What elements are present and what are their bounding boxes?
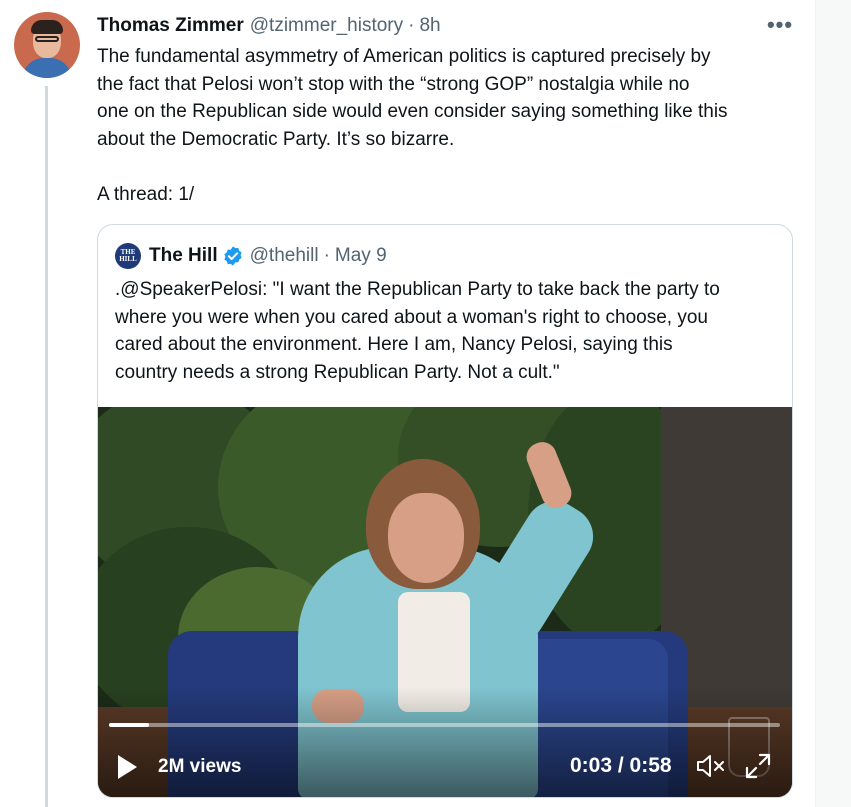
tweet-text-line: The fundamental asymmetry of American po…	[97, 46, 711, 67]
quoted-tweet[interactable]: THE HILL The Hill @thehill · May 9 .@Spea…	[97, 224, 793, 798]
author-name[interactable]: Thomas Zimmer	[97, 15, 244, 37]
quoted-text-line: cared about the environment. Here I am, …	[115, 334, 673, 355]
video-view-count: 2M views	[158, 756, 242, 777]
header-separator: ·	[408, 15, 415, 36]
play-icon[interactable]	[112, 752, 142, 782]
quoted-author-name[interactable]: The Hill	[149, 245, 218, 267]
video-player[interactable]: 2M views 0:03 / 0:58	[98, 407, 792, 797]
tweet-card[interactable]: Thomas Zimmer @tzimmer_history · 8h ••• …	[0, 0, 816, 807]
verified-badge-icon	[222, 245, 244, 267]
quoted-text-line: .@SpeakerPelosi: "I want the Republican …	[115, 279, 720, 300]
quoted-tweet-header: THE HILL The Hill @thehill · May 9	[115, 243, 387, 269]
tweet-text: The fundamental asymmetry of American po…	[97, 43, 797, 208]
tweet-header: Thomas Zimmer @tzimmer_history · 8h	[97, 13, 441, 39]
fullscreen-icon[interactable]	[743, 751, 773, 781]
quoted-text-line: where you were when you cared about a wo…	[115, 306, 708, 328]
author-handle[interactable]: @tzimmer_history	[250, 15, 403, 37]
quoted-text-line: country needs a strong Republican Party.…	[115, 361, 560, 383]
tweet-text-line: about the Democratic Party. It’s so biza…	[97, 128, 455, 150]
tweet-timestamp[interactable]: 8h	[419, 15, 440, 37]
tweet-text-line: the fact that Pelosi won’t stop with the…	[97, 73, 690, 95]
video-timecode: 0:03 / 0:58	[570, 754, 672, 777]
video-progress-fill	[109, 723, 150, 727]
quoted-author-handle[interactable]: @thehill	[250, 245, 319, 267]
muted-speaker-icon[interactable]	[695, 751, 727, 781]
more-icon[interactable]: •••	[766, 12, 794, 38]
tweet-text-line: one on the Republican side would even co…	[97, 101, 728, 122]
video-progress-bar[interactable]	[109, 723, 780, 727]
quoted-header-separator: ·	[323, 245, 330, 266]
quoted-tweet-text: .@SpeakerPelosi: "I want the Republican …	[115, 276, 785, 386]
thread-line	[45, 86, 48, 807]
tweet-text-line: A thread: 1/	[97, 183, 195, 205]
the-hill-logo: THE HILL	[115, 243, 141, 269]
quoted-tweet-date[interactable]: May 9	[335, 245, 387, 267]
author-avatar[interactable]	[14, 12, 80, 78]
